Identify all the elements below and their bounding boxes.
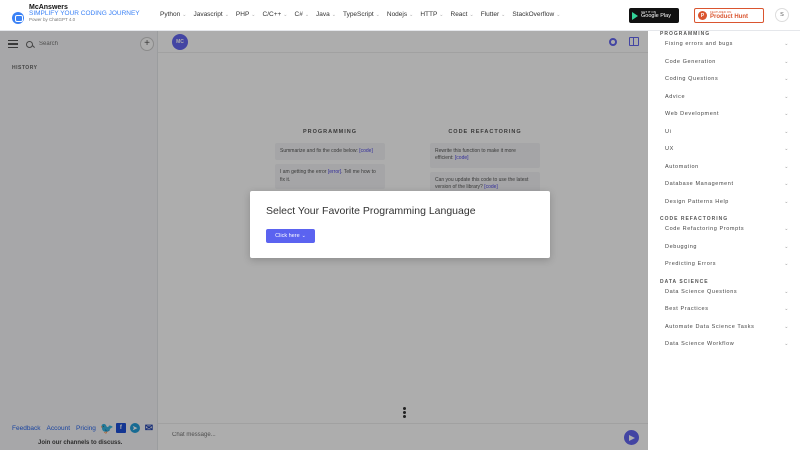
category-panel: PROGRAMMING Fixing errors and bugs ⌄ Code G… [648, 31, 800, 450]
chevron-down-icon: ⌄ [556, 11, 561, 18]
category-group-title: DATA SCIENCE [660, 278, 709, 285]
chevron-down-icon: ⌄ [784, 341, 789, 347]
category-item[interactable]: Web Development ⌄ [665, 111, 789, 117]
category-item[interactable]: UX ⌄ [665, 146, 789, 152]
category-group-title: PROGRAMMING [660, 31, 711, 37]
chevron-down-icon: ⌄ [784, 306, 789, 312]
chevron-down-icon: ⌄ [784, 128, 789, 135]
chevron-down-icon: ⌄ [375, 11, 380, 18]
click-here-button[interactable]: Click here ⌄ [266, 229, 315, 243]
chevron-down-icon: ⌄ [784, 111, 789, 117]
nav-item-flutter[interactable]: Flutter ⌄ [481, 11, 506, 18]
nav-item-http[interactable]: HTTP ⌄ [420, 11, 443, 18]
category-item[interactable]: Database Management ⌄ [665, 181, 789, 187]
category-item[interactable]: Fixing errors and bugs ⌄ [665, 41, 789, 47]
chevron-down-icon: ⌄ [304, 11, 310, 18]
chevron-down-icon: ⌄ [784, 58, 789, 65]
brand-logo[interactable]: McAnswers SIMPLIFY YOUR CODING JOURNEY P… [12, 4, 140, 24]
category-item[interactable]: Automation ⌄ [665, 164, 789, 170]
chat-bubble-icon [12, 12, 24, 24]
nav-item-php[interactable]: PHP ⌄ [236, 11, 256, 18]
language-modal: Select Your Favorite Programming Languag… [250, 191, 550, 258]
chevron-down-icon: ⌄ [784, 261, 789, 267]
chevron-down-icon: ⌄ [784, 243, 789, 250]
nav-item-java[interactable]: Java ⌄ [316, 11, 336, 18]
chevron-down-icon: ⌄ [283, 11, 288, 18]
chevron-down-icon: ⌄ [251, 11, 256, 18]
category-item[interactable]: Advice ⌄ [665, 94, 789, 100]
chevron-down-icon: ⌄ [469, 11, 474, 18]
chevron-down-icon: ⌄ [409, 11, 414, 18]
google-play-button[interactable]: GET IT ON Google Play [629, 8, 679, 23]
modal-title: Select Your Favorite Programming Languag… [266, 205, 476, 217]
category-item[interactable]: Design Patterns Help ⌄ [665, 199, 789, 205]
product-hunt-button[interactable]: P FEATURED ON Product Hunt [694, 8, 764, 23]
chevron-down-icon: ⌄ [182, 11, 187, 18]
chevron-down-icon: ⌄ [784, 181, 789, 187]
chevron-down-icon: ⌄ [301, 233, 306, 239]
chevron-down-icon: ⌄ [784, 288, 789, 295]
category-item[interactable]: Best Practices ⌄ [665, 306, 789, 312]
user-avatar[interactable]: S [775, 8, 789, 22]
category-item[interactable]: Data Science Questions ⌄ [665, 289, 789, 295]
chevron-down-icon: ⌄ [784, 163, 789, 170]
chevron-down-icon: ⌄ [784, 41, 789, 47]
chevron-down-icon: ⌄ [784, 226, 789, 232]
category-group-title: CODE REFACTORING [660, 216, 729, 222]
brand-powered-by: Power by ChatGPT 4.0 [29, 17, 76, 23]
nav-item-react[interactable]: React ⌄ [451, 11, 474, 18]
category-item[interactable]: Data Science Workflow ⌄ [665, 341, 789, 347]
category-item[interactable]: Code Refactoring Prompts ⌄ [665, 226, 789, 232]
nav-item-python[interactable]: Python ⌄ [160, 11, 186, 18]
nav-item-javascript[interactable]: Javascript ⌄ [193, 11, 228, 18]
category-item[interactable]: Automate Data Science Tasks ⌄ [665, 324, 789, 330]
top-header: McAnswers SIMPLIFY YOUR CODING JOURNEY P… [0, 0, 800, 31]
chevron-down-icon: ⌄ [224, 11, 229, 18]
category-item[interactable]: Ui ⌄ [665, 129, 789, 135]
chevron-down-icon: ⌄ [501, 11, 506, 18]
chevron-down-icon: ⌄ [784, 93, 789, 100]
nav-item-stackoverflow[interactable]: StackOverflow ⌄ [512, 11, 560, 18]
google-play-icon [632, 11, 638, 20]
nav-item-nodejs[interactable]: Nodejs ⌄ [387, 11, 413, 18]
chevron-down-icon: ⌄ [784, 198, 789, 205]
chevron-down-icon: ⌄ [784, 146, 789, 152]
nav-item-c-c-[interactable]: C/C++ ⌄ [263, 11, 288, 18]
category-item[interactable]: Coding Questions ⌄ [665, 76, 789, 82]
nav-item-typescript[interactable]: TypeScript ⌄ [343, 11, 380, 18]
language-nav: Python ⌄ Javascript ⌄ PHP ⌄ C/C++ ⌄ C# ⌄ Java ⌄ Type… [160, 11, 567, 18]
chevron-down-icon: ⌄ [439, 11, 444, 18]
category-item[interactable]: Code Generation ⌄ [665, 59, 789, 65]
chevron-down-icon: ⌄ [784, 76, 789, 82]
category-item[interactable]: Predicting Errors ⌄ [665, 261, 789, 267]
chevron-down-icon: ⌄ [331, 11, 336, 18]
chevron-down-icon: ⌄ [784, 323, 789, 330]
category-item[interactable]: Debugging ⌄ [665, 244, 789, 250]
nav-item-c-[interactable]: C# ⌄ [295, 11, 310, 18]
product-hunt-icon: P [698, 11, 707, 20]
